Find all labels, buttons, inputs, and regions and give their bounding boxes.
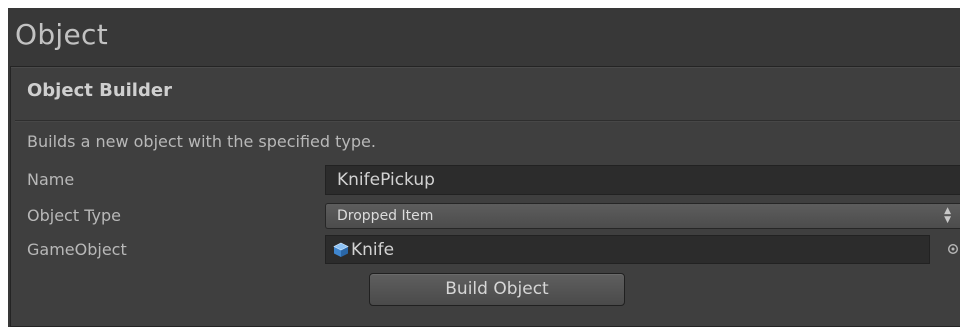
gameobject-label: GameObject [27, 240, 127, 259]
object-type-label: Object Type [27, 206, 121, 225]
dropdown-arrows-icon: ▲ ▼ [944, 206, 951, 225]
object-builder-panel: Object Builder Builds a new object with … [10, 66, 960, 327]
name-label: Name [27, 170, 75, 189]
prefab-cube-icon [333, 242, 349, 257]
build-object-button[interactable]: Build Object [369, 273, 625, 306]
description-text: Builds a new object with the specified t… [27, 132, 376, 151]
section-title: Object Builder [27, 80, 172, 101]
name-field-value: KnifePickup [337, 170, 435, 190]
name-field[interactable]: KnifePickup [325, 165, 960, 195]
gameobject-field-value: Knife [351, 240, 395, 260]
section-divider [15, 120, 960, 121]
inspector-window: Object Object Builder Builds a new objec… [8, 8, 960, 327]
window-title: Object [15, 18, 108, 51]
object-picker-icon[interactable] [947, 243, 959, 255]
object-type-selected: Dropped Item [337, 208, 434, 224]
gameobject-field[interactable]: Knife [325, 235, 930, 264]
object-type-dropdown[interactable]: Dropped Item ▲ ▼ [325, 203, 960, 229]
